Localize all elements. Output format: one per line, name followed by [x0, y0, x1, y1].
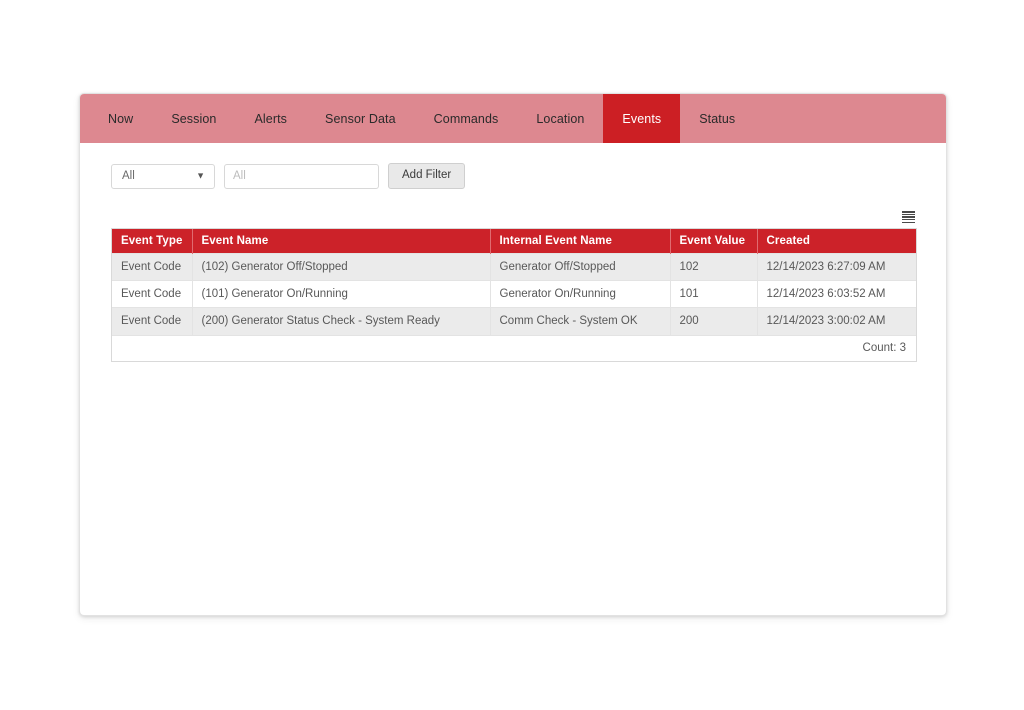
grid-menu-icon[interactable]	[902, 211, 915, 223]
tab-navigation: Now Session Alerts Sensor Data Commands …	[80, 94, 946, 143]
record-count-label: Count: 3	[863, 342, 906, 354]
tab-events[interactable]: Events	[603, 94, 680, 143]
filter-bar: All ▼ Add Filter	[111, 163, 465, 189]
cell-event-type: Event Code	[112, 281, 192, 308]
events-grid: Event Type Event Name Internal Event Nam…	[111, 228, 917, 362]
tab-commands[interactable]: Commands	[415, 94, 518, 143]
table-row[interactable]: Event Code (102) Generator Off/Stopped G…	[112, 254, 916, 281]
column-header-created[interactable]: Created	[757, 229, 916, 254]
table-row[interactable]: Event Code (101) Generator On/Running Ge…	[112, 281, 916, 308]
events-table: Event Type Event Name Internal Event Nam…	[112, 229, 916, 335]
filter-field-select-wrap: All ▼	[111, 164, 215, 189]
cell-event-value: 200	[670, 308, 757, 335]
cell-event-value: 101	[670, 281, 757, 308]
page-root: Now Session Alerts Sensor Data Commands …	[0, 0, 1024, 710]
tab-sensor-data[interactable]: Sensor Data	[306, 94, 415, 143]
cell-event-type: Event Code	[112, 254, 192, 281]
column-header-event-type[interactable]: Event Type	[112, 229, 192, 254]
cell-created: 12/14/2023 6:03:52 AM	[757, 281, 916, 308]
column-header-event-name[interactable]: Event Name	[192, 229, 490, 254]
events-panel-card: Now Session Alerts Sensor Data Commands …	[79, 93, 947, 616]
menu-line	[902, 222, 915, 224]
cell-created: 12/14/2023 6:27:09 AM	[757, 254, 916, 281]
cell-internal-event-name: Generator Off/Stopped	[490, 254, 670, 281]
column-header-internal-event-name[interactable]: Internal Event Name	[490, 229, 670, 254]
cell-event-value: 102	[670, 254, 757, 281]
tab-alerts[interactable]: Alerts	[235, 94, 306, 143]
menu-line	[902, 214, 915, 216]
cell-internal-event-name: Generator On/Running	[490, 281, 670, 308]
tab-commands-label: Commands	[434, 112, 499, 126]
tab-alerts-label: Alerts	[254, 112, 287, 126]
table-header-row: Event Type Event Name Internal Event Nam…	[112, 229, 916, 254]
column-header-event-value[interactable]: Event Value	[670, 229, 757, 254]
cell-event-name: (102) Generator Off/Stopped	[192, 254, 490, 281]
tab-events-label: Events	[622, 112, 661, 126]
cell-event-name: (101) Generator On/Running	[192, 281, 490, 308]
menu-line	[902, 219, 915, 221]
table-row[interactable]: Event Code (200) Generator Status Check …	[112, 308, 916, 335]
cell-created: 12/14/2023 3:00:02 AM	[757, 308, 916, 335]
grid-footer: Count: 3	[112, 335, 916, 361]
tab-location-label: Location	[536, 112, 584, 126]
tab-session[interactable]: Session	[152, 94, 235, 143]
cell-internal-event-name: Comm Check - System OK	[490, 308, 670, 335]
menu-line	[902, 211, 915, 213]
filter-value-input[interactable]	[224, 164, 379, 189]
tab-sensor-data-label: Sensor Data	[325, 112, 396, 126]
events-table-head: Event Type Event Name Internal Event Nam…	[112, 229, 916, 254]
add-filter-button[interactable]: Add Filter	[388, 163, 465, 189]
cell-event-type: Event Code	[112, 308, 192, 335]
tab-session-label: Session	[171, 112, 216, 126]
tab-now-label: Now	[108, 112, 133, 126]
tab-location[interactable]: Location	[517, 94, 603, 143]
events-table-body: Event Code (102) Generator Off/Stopped G…	[112, 254, 916, 335]
tab-now[interactable]: Now	[89, 94, 152, 143]
menu-line	[902, 216, 915, 218]
tab-status[interactable]: Status	[680, 94, 754, 143]
cell-event-name: (200) Generator Status Check - System Re…	[192, 308, 490, 335]
filter-field-select[interactable]: All	[111, 164, 215, 189]
tab-status-label: Status	[699, 112, 735, 126]
